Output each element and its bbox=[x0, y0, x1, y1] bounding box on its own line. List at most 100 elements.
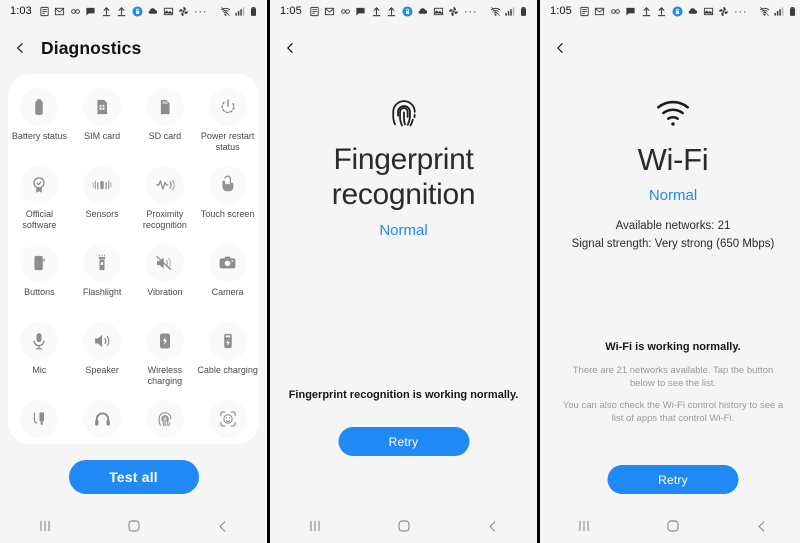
back-icon[interactable] bbox=[478, 515, 508, 537]
proximity-icon bbox=[145, 166, 184, 204]
tile-label: Touch screen bbox=[200, 209, 255, 219]
gmail-icon bbox=[594, 6, 605, 17]
result-detail-signal: Signal strength: Very strong (650 Mbps) bbox=[571, 238, 775, 250]
tile-camera[interactable]: Camera bbox=[196, 238, 259, 316]
back-icon[interactable] bbox=[284, 38, 297, 58]
tile-fingerprint[interactable] bbox=[134, 394, 197, 444]
tile-vibration[interactable]: Vibration bbox=[134, 238, 197, 316]
status-bar-icons: ··· bbox=[579, 5, 748, 17]
photo-icon bbox=[703, 6, 714, 17]
signal-icon bbox=[773, 6, 784, 17]
tile-label: SIM card bbox=[84, 131, 121, 141]
home-icon[interactable] bbox=[119, 515, 149, 537]
tile-headphones[interactable] bbox=[71, 394, 134, 444]
fingerprint-icon bbox=[387, 96, 421, 130]
power-icon bbox=[208, 88, 247, 126]
status-bar-more-icon: ··· bbox=[193, 4, 208, 18]
sd-card-icon bbox=[145, 88, 184, 126]
back-icon[interactable] bbox=[208, 515, 238, 537]
upload-icon bbox=[101, 6, 112, 17]
back-icon[interactable] bbox=[14, 38, 27, 58]
retry-button[interactable]: Retry bbox=[607, 465, 739, 494]
cloud-icon bbox=[687, 6, 698, 17]
gmail-icon bbox=[324, 6, 335, 17]
mic-icon bbox=[20, 322, 59, 360]
tile-label: Camera bbox=[211, 287, 244, 297]
tile-sensors[interactable]: Sensors bbox=[71, 160, 134, 238]
face-recognition-icon bbox=[208, 400, 247, 438]
upload-icon bbox=[641, 6, 652, 17]
tile-cable-charging[interactable]: Cable charging bbox=[196, 316, 259, 394]
fingerprint-icon bbox=[145, 400, 184, 438]
article-icon bbox=[579, 6, 590, 17]
sim-card-icon bbox=[83, 88, 122, 126]
back-icon[interactable] bbox=[747, 515, 777, 537]
status-badge: Normal bbox=[648, 187, 698, 204]
touch-icon bbox=[208, 166, 247, 204]
panel-diagnostics: 1:03 ··· Diagnostics Battery status SIM … bbox=[0, 0, 267, 543]
status-bar: 1:03 ··· bbox=[0, 0, 267, 22]
home-icon[interactable] bbox=[658, 515, 688, 537]
tile-speaker[interactable]: Speaker bbox=[71, 316, 134, 394]
page-title: Diagnostics bbox=[41, 37, 142, 58]
recents-icon[interactable] bbox=[300, 515, 330, 537]
home-icon[interactable] bbox=[389, 515, 419, 537]
cloud-icon bbox=[417, 6, 428, 17]
sensors-icon bbox=[83, 166, 122, 204]
tile-flashlight[interactable]: Flashlight bbox=[71, 238, 134, 316]
tile-sim-card[interactable]: SIM card bbox=[71, 82, 134, 160]
status-bar-right-icons bbox=[490, 6, 529, 17]
battery-icon bbox=[20, 88, 59, 126]
wifi-icon bbox=[654, 96, 692, 130]
status-bar-icons: ··· bbox=[309, 4, 478, 18]
tile-label: Flashlight bbox=[82, 287, 122, 297]
status-bar-clock: 1:05 bbox=[280, 5, 302, 17]
infinity-icon bbox=[340, 6, 351, 17]
upload-alt-icon bbox=[386, 6, 397, 17]
result-hero: Fingerprint recognition Normal bbox=[270, 96, 537, 239]
tile-label: Power restart status bbox=[200, 131, 255, 152]
tile-sd-card[interactable]: SD card bbox=[134, 82, 197, 160]
tile-mic[interactable]: Mic bbox=[8, 316, 71, 394]
lock-badge-icon bbox=[672, 5, 683, 17]
recents-icon[interactable] bbox=[569, 515, 599, 537]
infinity-icon bbox=[70, 6, 81, 17]
tile-earphone-jack[interactable] bbox=[8, 394, 71, 444]
wifi-off-icon bbox=[759, 6, 770, 17]
retry-button[interactable]: Retry bbox=[338, 427, 469, 456]
tile-label: Buttons bbox=[24, 287, 55, 297]
status-bar: 1:05 ··· bbox=[540, 0, 800, 22]
tile-buttons[interactable]: Buttons bbox=[8, 238, 71, 316]
message-icon bbox=[625, 6, 636, 17]
tile-face-recognition[interactable] bbox=[196, 394, 259, 444]
wifi-off-icon bbox=[490, 6, 501, 17]
result-hero: Wi-Fi Normal Available networks: 21 Sign… bbox=[540, 96, 800, 252]
tile-label: Cable charging bbox=[197, 365, 258, 375]
status-bar-right-icons bbox=[759, 6, 798, 17]
verified-icon bbox=[20, 166, 59, 204]
tile-proximity-recognition[interactable]: Proximity recognition bbox=[134, 160, 197, 238]
tile-label: Sensors bbox=[85, 209, 119, 219]
tile-power-restart-status[interactable]: Power restart status bbox=[196, 82, 259, 160]
test-all-button[interactable]: Test all bbox=[68, 460, 199, 494]
tile-wireless-charging[interactable]: Wireless charging bbox=[134, 316, 197, 394]
result-title: Fingerprint recognition bbox=[331, 143, 476, 211]
infinity-icon bbox=[610, 6, 621, 17]
gmail-icon bbox=[54, 6, 65, 17]
photo-icon bbox=[433, 6, 444, 17]
status-bar: 1:05 ··· bbox=[270, 0, 537, 22]
battery-icon bbox=[518, 6, 529, 17]
recents-icon[interactable] bbox=[30, 515, 60, 537]
tile-touch-screen[interactable]: Touch screen bbox=[196, 160, 259, 238]
status-badge: Normal bbox=[379, 222, 428, 239]
tile-official-software[interactable]: Official software bbox=[8, 160, 71, 238]
lock-badge-icon bbox=[402, 5, 413, 17]
tile-battery-status[interactable]: Battery status bbox=[8, 82, 71, 160]
result-title: Wi-Fi bbox=[637, 142, 709, 177]
result-detail-networks: Available networks: 21 bbox=[615, 220, 731, 232]
back-icon[interactable] bbox=[554, 38, 567, 58]
diagnostics-card: Battery status SIM card SD card Power re… bbox=[8, 74, 259, 444]
status-bar-more-icon: ··· bbox=[463, 4, 478, 18]
photo-icon bbox=[163, 6, 174, 17]
status-bar-right-icons bbox=[220, 6, 259, 17]
